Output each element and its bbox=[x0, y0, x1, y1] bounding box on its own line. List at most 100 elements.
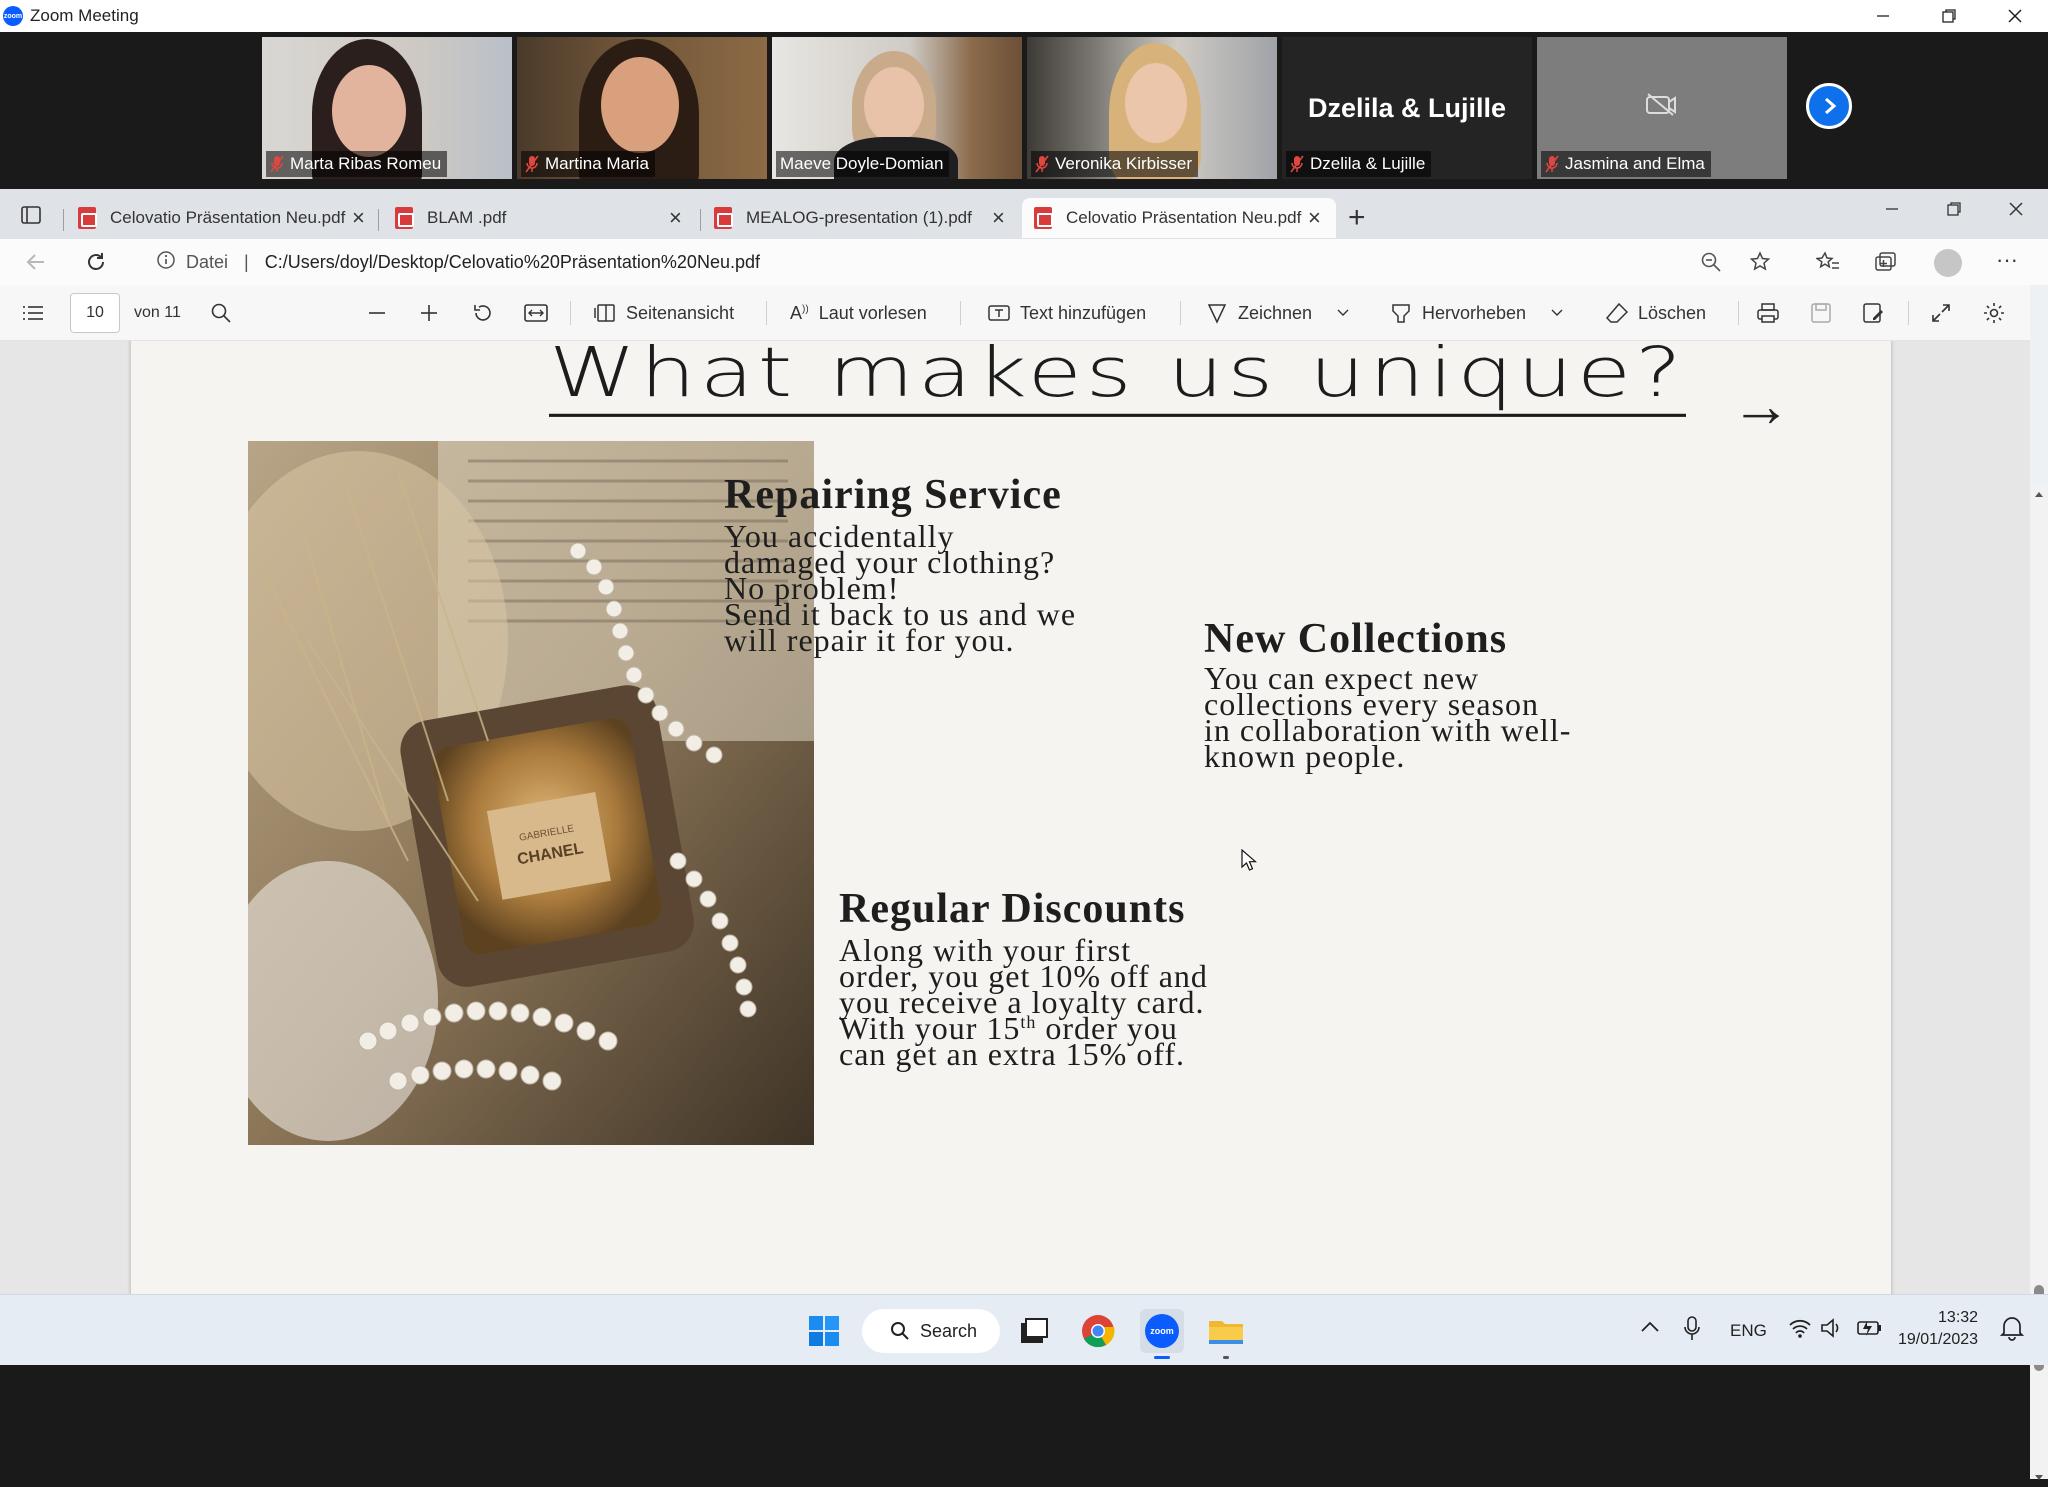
scroll-up-arrow-icon[interactable] bbox=[2034, 485, 2044, 503]
participant-face bbox=[601, 57, 679, 153]
new-collections-title: New Collections bbox=[1204, 616, 1508, 662]
tab-strip: Celovatio Präsentation Neu.pdf × BLAM .p… bbox=[0, 189, 2048, 239]
search-icon bbox=[891, 1322, 909, 1340]
erase-button[interactable]: Löschen bbox=[1606, 285, 1706, 341]
tab-actions-icon[interactable] bbox=[20, 204, 42, 231]
participant-tile-active-speaker[interactable]: Maeve Doyle-Domian bbox=[772, 37, 1022, 179]
participant-tile[interactable]: Veronika Kirbisser bbox=[1027, 37, 1277, 179]
tab-pdf-2[interactable]: BLAM .pdf × bbox=[395, 198, 690, 238]
participant-tile[interactable]: Martina Maria bbox=[517, 37, 767, 179]
read-aloud-icon: A)) bbox=[790, 302, 809, 323]
address-divider: | bbox=[244, 251, 249, 272]
zoom-out-button[interactable] bbox=[366, 285, 388, 341]
page-view-button[interactable]: Seitenansicht bbox=[594, 285, 734, 341]
find-icon[interactable] bbox=[210, 285, 232, 341]
scroll-down-arrow-icon[interactable] bbox=[2034, 1469, 2044, 1487]
toolbar-separator bbox=[1180, 301, 1181, 325]
file-explorer-icon[interactable] bbox=[1204, 1309, 1248, 1359]
page-view-icon bbox=[594, 304, 615, 322]
rotate-icon[interactable] bbox=[472, 285, 494, 341]
chevron-down-icon[interactable] bbox=[1336, 308, 1350, 318]
pdf-viewer-area[interactable]: What makes us unique? → GABRIELLE CHANEL… bbox=[0, 341, 2030, 1294]
highlight-button[interactable]: Hervorheben bbox=[1390, 285, 1564, 341]
new-tab-button[interactable]: + bbox=[1348, 203, 1366, 233]
tab-close-icon[interactable]: × bbox=[992, 205, 1005, 231]
address-bar-row: Datei | C:/Users/doyl/Desktop/Celovatio%… bbox=[0, 239, 2048, 285]
windows-taskbar: Search zoom ENG 13:32 19/01/2023 bbox=[0, 1294, 2048, 1365]
page-number-input[interactable]: 10 bbox=[70, 293, 120, 333]
browser-close-icon[interactable] bbox=[2008, 201, 2024, 222]
microphone-icon[interactable] bbox=[1682, 1315, 1702, 1348]
tab-pdf-1[interactable]: Celovatio Präsentation Neu.pdf × bbox=[78, 198, 374, 238]
mic-muted-icon bbox=[1545, 155, 1559, 173]
mic-muted-icon bbox=[1035, 155, 1049, 173]
windows-start-icon[interactable] bbox=[802, 1309, 846, 1353]
volume-icon[interactable] bbox=[1820, 1317, 1844, 1344]
settings-gear-icon[interactable] bbox=[1982, 285, 2006, 341]
add-text-icon bbox=[988, 305, 1010, 321]
fit-width-icon[interactable] bbox=[524, 285, 548, 341]
minus-icon bbox=[369, 312, 385, 314]
draw-button[interactable]: Zeichnen bbox=[1206, 285, 1350, 341]
tab-pdf-active[interactable]: Celovatio Präsentation Neu.pdf × bbox=[1022, 198, 1336, 238]
slide-title: What makes us unique? bbox=[549, 341, 1686, 417]
page-total-label: von 11 bbox=[134, 304, 181, 321]
back-arrow-icon[interactable] bbox=[24, 251, 48, 278]
chevron-down-icon[interactable] bbox=[1550, 308, 1564, 318]
tab-separator bbox=[378, 209, 379, 231]
repair-service-title: Repairing Service bbox=[724, 472, 1062, 518]
task-view-icon[interactable] bbox=[1012, 1309, 1056, 1353]
save-as-icon[interactable] bbox=[1862, 285, 1884, 341]
pdf-icon bbox=[714, 207, 733, 229]
collections-icon[interactable] bbox=[1874, 251, 1898, 278]
tab-close-icon[interactable]: × bbox=[669, 205, 682, 231]
browser-minimize-icon[interactable] bbox=[1884, 201, 1900, 222]
highlighter-icon bbox=[1392, 304, 1410, 323]
address-field[interactable]: Datei | C:/Users/doyl/Desktop/Celovatio%… bbox=[136, 243, 1746, 281]
zoom-taskbar-icon[interactable]: zoom bbox=[1140, 1309, 1184, 1359]
participant-tile-video-off[interactable]: Jasmina and Elma bbox=[1537, 37, 1787, 179]
profile-avatar[interactable] bbox=[1934, 249, 1962, 277]
taskbar-search-box[interactable]: Search bbox=[862, 1309, 1000, 1353]
info-icon[interactable] bbox=[156, 250, 176, 275]
minimize-icon[interactable] bbox=[1850, 0, 1916, 32]
read-aloud-button[interactable]: A)) Laut vorlesen bbox=[790, 285, 927, 341]
add-text-button[interactable]: Text hinzufügen bbox=[988, 285, 1146, 341]
system-clock[interactable]: 13:32 19/01/2023 bbox=[1898, 1307, 1978, 1351]
regular-discounts-body: Along with your first order, you get 10%… bbox=[839, 932, 1208, 1072]
zoom-out-icon[interactable] bbox=[1700, 251, 1722, 278]
language-indicator[interactable]: ENG bbox=[1730, 1295, 1767, 1366]
table-of-contents-icon[interactable] bbox=[22, 285, 44, 341]
gallery-next-page-button[interactable] bbox=[1806, 83, 1852, 129]
add-favorite-icon[interactable] bbox=[1749, 251, 1774, 278]
participant-tile-video-off[interactable]: Dzelila & Lujille Dzelila & Lujille bbox=[1282, 37, 1532, 179]
zoom-titlebar: zoom Zoom Meeting bbox=[0, 0, 2048, 32]
active-app-indicator bbox=[1154, 1356, 1170, 1359]
wifi-icon[interactable] bbox=[1788, 1317, 1812, 1344]
tab-close-icon[interactable]: × bbox=[352, 205, 365, 231]
tab-pdf-3[interactable]: MEALOG-presentation (1).pdf × bbox=[714, 198, 1012, 238]
favorites-icon[interactable] bbox=[1814, 251, 1840, 278]
chrome-icon[interactable] bbox=[1076, 1309, 1120, 1353]
mouse-cursor-icon bbox=[1241, 848, 1258, 876]
participant-name-label: Martina Maria bbox=[521, 151, 655, 177]
more-options-icon[interactable]: ··· bbox=[1996, 247, 2018, 273]
notifications-icon[interactable] bbox=[1999, 1315, 2025, 1346]
tab-close-icon[interactable]: × bbox=[1308, 205, 1321, 231]
eraser-icon bbox=[1606, 302, 1628, 323]
browser-restore-icon[interactable] bbox=[1946, 201, 1962, 222]
toolbar-separator bbox=[1738, 301, 1739, 325]
participant-name-label: Maeve Doyle-Domian bbox=[776, 151, 950, 177]
close-icon[interactable] bbox=[1982, 0, 2048, 32]
battery-icon[interactable] bbox=[1856, 1317, 1884, 1344]
participant-tile[interactable]: Marta Ribas Romeu bbox=[262, 37, 512, 179]
save-icon[interactable] bbox=[1810, 285, 1832, 341]
zoom-in-button[interactable] bbox=[418, 285, 440, 341]
print-icon[interactable] bbox=[1756, 285, 1780, 341]
fullscreen-icon[interactable] bbox=[1930, 285, 1952, 341]
refresh-icon[interactable] bbox=[84, 250, 108, 279]
toolbar-separator bbox=[960, 301, 961, 325]
chevron-up-icon[interactable] bbox=[1640, 1319, 1660, 1338]
restore-icon[interactable] bbox=[1916, 0, 1982, 32]
mic-muted-icon bbox=[1290, 155, 1304, 173]
